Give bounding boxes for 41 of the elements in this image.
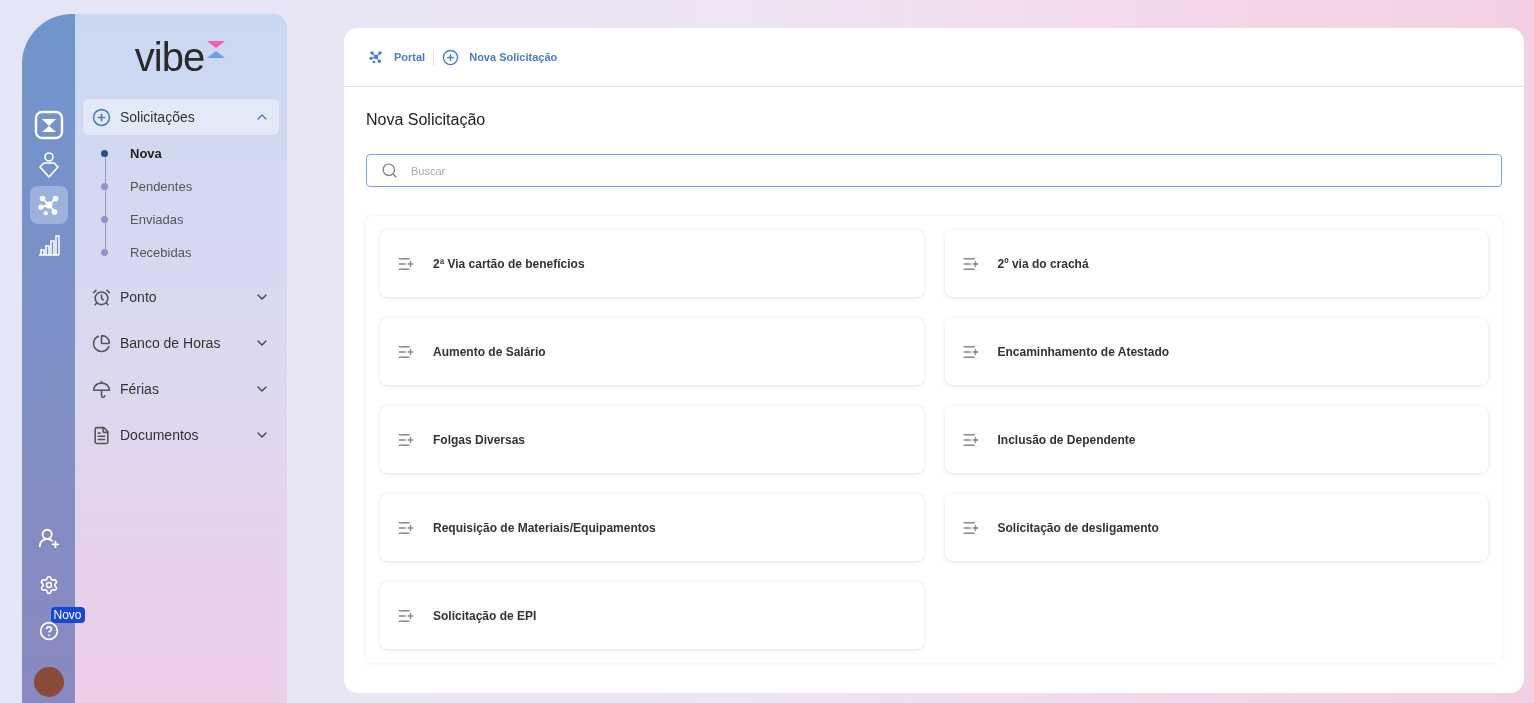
umbrella-icon	[92, 379, 111, 399]
hourglass-logo-icon	[33, 110, 64, 140]
add-user-icon[interactable]	[37, 527, 60, 549]
breadcrumb-link[interactable]: Portal	[394, 48, 426, 66]
request-card[interactable]: Folgas Diversas	[380, 406, 924, 473]
menu-item[interactable]: Banco de Horas	[83, 325, 279, 361]
add-icon	[442, 48, 460, 66]
search-field[interactable]: Buscar	[366, 154, 1502, 187]
search-icon	[381, 162, 398, 179]
rail-item[interactable]	[29, 186, 68, 224]
submenu-item[interactable]: Nova	[101, 137, 279, 170]
request-card[interactable]: Inclusão de Dependente	[944, 406, 1488, 473]
new-badge: Novo	[50, 607, 85, 623]
menu-item[interactable]: Solicitações	[83, 99, 279, 135]
settings-icon[interactable]	[38, 575, 59, 595]
request-card[interactable]: Solicitação de EPI	[380, 582, 924, 649]
page-title: Nova Solicitação	[366, 110, 487, 130]
request-card[interactable]: 2ª Via cartão de benefícios	[380, 230, 924, 297]
menu-item[interactable]: Documentos	[83, 417, 279, 453]
add-icon	[92, 107, 111, 127]
document-icon	[92, 425, 111, 445]
request-card[interactable]: Solicitação de desligamento	[944, 494, 1488, 561]
alarm-clock-icon	[92, 287, 111, 307]
pie-chart-icon	[92, 333, 111, 353]
request-card[interactable]: Requisição de Materiais/Equipamentos	[380, 494, 924, 561]
submenu-item[interactable]: Enviadas	[101, 203, 279, 236]
avatar[interactable]	[33, 667, 64, 697]
request-card[interactable]: 2º via do crachá	[944, 230, 1488, 297]
breadcrumb-link[interactable]: Nova Solicitação	[469, 48, 558, 66]
bullet-icon	[101, 150, 108, 157]
help-icon[interactable]	[38, 621, 59, 641]
request-card[interactable]: Encaminhamento de Atestado	[944, 318, 1488, 385]
bar-chart-icon	[36, 233, 61, 257]
logo: vibe	[134, 36, 205, 77]
request-card[interactable]: Aumento de Salário	[380, 318, 924, 385]
network-icon	[368, 49, 384, 65]
menu-item[interactable]: Ponto	[83, 279, 279, 315]
submenu-item[interactable]: Recebidas	[101, 236, 279, 269]
submenu-item[interactable]: Pendentes	[101, 170, 279, 203]
menu-item[interactable]: Férias	[83, 371, 279, 407]
person-badge-icon	[36, 151, 61, 179]
